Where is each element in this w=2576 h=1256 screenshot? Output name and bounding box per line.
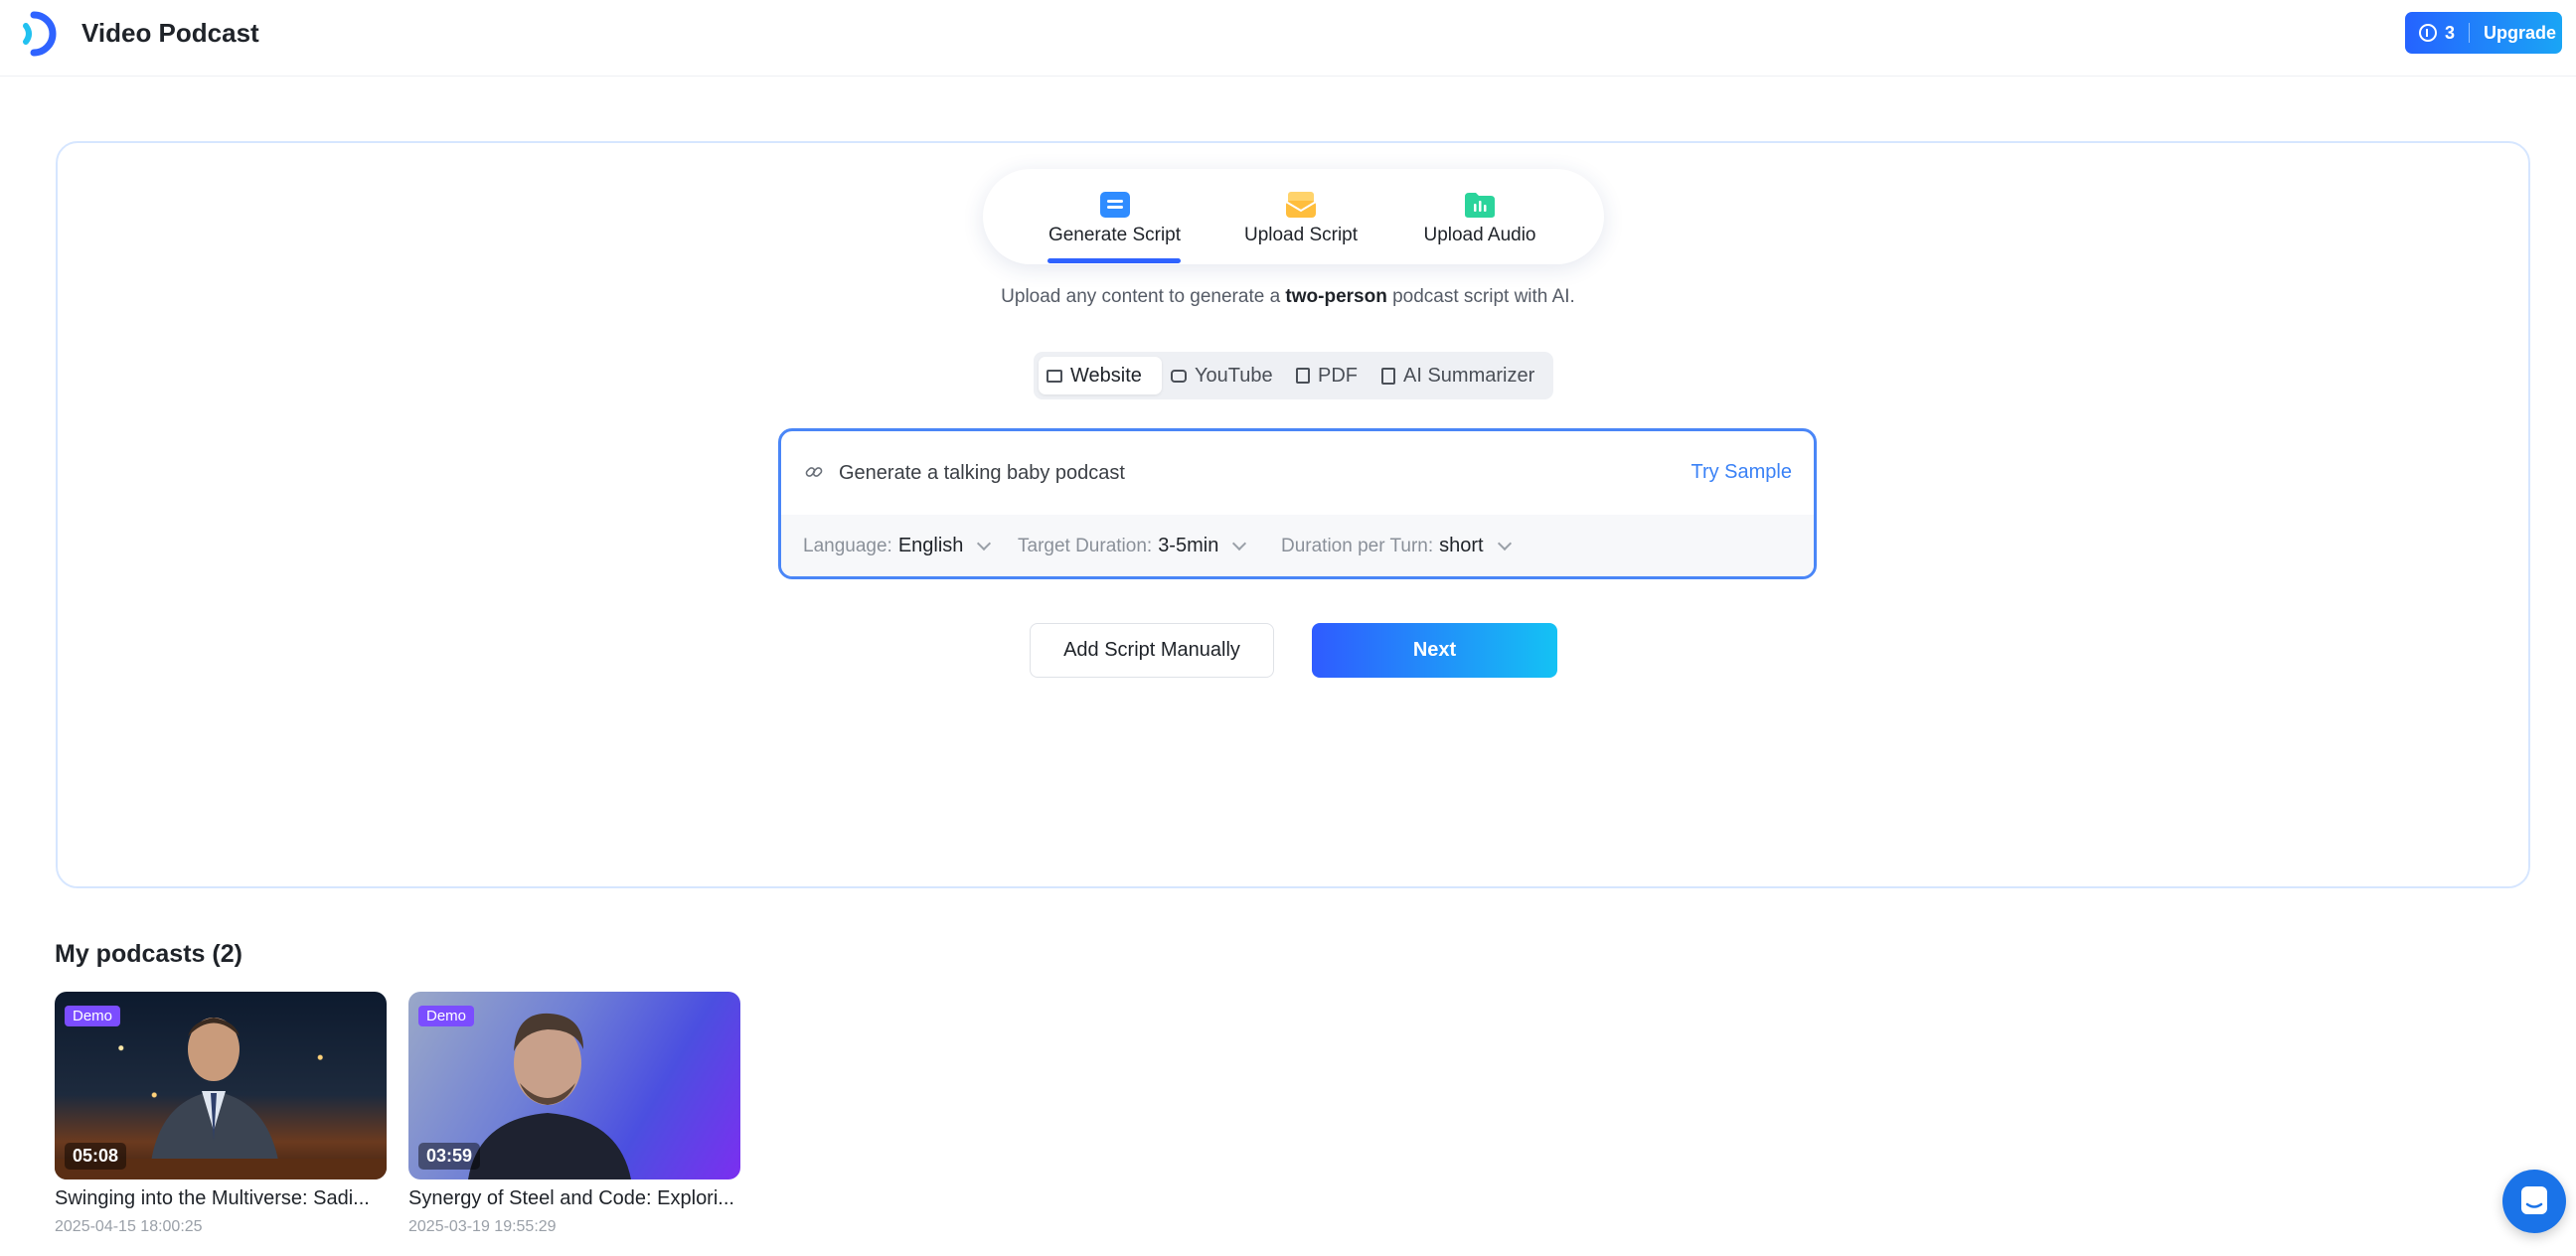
app-logo-icon[interactable] — [20, 9, 64, 59]
subtitle-prefix: Upload any content to generate a — [1001, 286, 1286, 307]
active-tab-indicator — [1047, 258, 1181, 263]
turn-duration-label: Duration per Turn: — [1281, 535, 1434, 556]
chevron-down-icon — [977, 536, 992, 551]
tab-label: Generate Script — [1047, 225, 1182, 245]
chevron-down-icon — [1232, 536, 1247, 551]
credits-icon — [2419, 24, 2437, 42]
divider — [2469, 23, 2471, 43]
tab-generate-script[interactable]: Generate Script — [1028, 169, 1202, 264]
top-header: Video Podcast 3 Upgrade — [0, 0, 2576, 77]
prompt-row: Try Sample — [781, 431, 1814, 515]
chevron-down-icon — [1497, 536, 1512, 551]
document-icon — [1381, 367, 1395, 385]
subtitle: Upload any content to generate a two-per… — [0, 286, 2576, 308]
script-file-icon — [1099, 192, 1130, 218]
target-duration-value: 3-5min — [1158, 535, 1219, 556]
mode-tabs: Generate Script Upload Script Upload Aud… — [983, 169, 1604, 264]
subtitle-suffix: podcast script with AI. — [1386, 286, 1575, 307]
language-label: Language: — [803, 535, 892, 556]
source-tabs: Website YouTube PDF AI Summarizer — [1034, 352, 1553, 399]
podcast-thumbnail[interactable]: Demo 03:59 — [408, 992, 740, 1179]
tab-youtube-label: YouTube — [1195, 364, 1273, 387]
turn-duration-select[interactable]: Duration per Turn: short — [1281, 535, 1512, 557]
tab-label: Upload Script — [1243, 225, 1359, 245]
monitor-icon — [1046, 369, 1062, 383]
youtube-icon — [1171, 369, 1187, 383]
tab-youtube[interactable]: YouTube — [1163, 357, 1286, 394]
podcast-card[interactable]: Demo 05:08 Swinging into the Multiverse:… — [55, 992, 387, 1236]
duration-label: 05:08 — [65, 1143, 127, 1170]
duration-label: 03:59 — [418, 1143, 481, 1170]
prompt-input[interactable] — [839, 453, 1654, 493]
app-title: Video Podcast — [81, 18, 259, 48]
target-duration-label: Target Duration: — [1018, 535, 1153, 556]
add-script-manually-button[interactable]: Add Script Manually — [1030, 623, 1274, 678]
support-chat-button[interactable] — [2502, 1170, 2566, 1233]
upgrade-button[interactable]: 3 Upgrade — [2405, 12, 2562, 54]
tab-label: Upload Audio — [1423, 225, 1536, 245]
target-duration-select[interactable]: Target Duration: 3-5min — [1018, 535, 1247, 557]
tab-ai-summarizer[interactable]: AI Summarizer — [1373, 357, 1548, 394]
podcast-date: 2025-04-15 18:00:25 — [55, 1218, 203, 1235]
tab-pdf-label: PDF — [1318, 364, 1358, 387]
demo-badge: Demo — [65, 1006, 121, 1026]
my-podcasts-title: My podcasts (2) — [55, 940, 242, 968]
tab-website[interactable]: Website — [1039, 357, 1162, 394]
upgrade-label: Upgrade — [2484, 22, 2557, 43]
credits-count: 3 — [2445, 22, 2456, 43]
chat-icon — [2521, 1186, 2547, 1214]
next-button[interactable]: Next — [1312, 623, 1557, 678]
link-icon — [805, 467, 823, 477]
podcast-title[interactable]: Synergy of Steel and Code: Explori... — [408, 1187, 740, 1210]
audio-folder-icon — [1465, 193, 1495, 218]
language-select[interactable]: Language: English — [803, 535, 992, 557]
turn-duration-value: short — [1439, 535, 1484, 556]
podcast-thumbnail[interactable]: Demo 05:08 — [55, 992, 387, 1179]
prompt-box: Try Sample Language: English Target Dura… — [778, 428, 1817, 579]
subtitle-emphasis: two-person — [1285, 286, 1387, 307]
podcast-date: 2025-03-19 19:55:29 — [408, 1218, 557, 1235]
try-sample-link[interactable]: Try Sample — [1690, 461, 1792, 484]
podcast-card[interactable]: Demo 03:59 Synergy of Steel and Code: Ex… — [408, 992, 740, 1236]
upload-envelope-icon — [1285, 192, 1317, 218]
tab-ai-summarizer-label: AI Summarizer — [1403, 364, 1535, 387]
language-value: English — [897, 535, 964, 556]
podcast-title[interactable]: Swinging into the Multiverse: Sadi... — [55, 1187, 387, 1210]
demo-badge: Demo — [418, 1006, 475, 1026]
tab-pdf[interactable]: PDF — [1288, 357, 1369, 394]
options-row: Language: English Target Duration: 3-5mi… — [781, 515, 1814, 576]
tab-upload-audio[interactable]: Upload Audio — [1400, 169, 1559, 264]
tab-upload-script[interactable]: Upload Script — [1221, 169, 1380, 264]
tab-website-label: Website — [1070, 364, 1142, 387]
pdf-icon — [1296, 368, 1310, 384]
